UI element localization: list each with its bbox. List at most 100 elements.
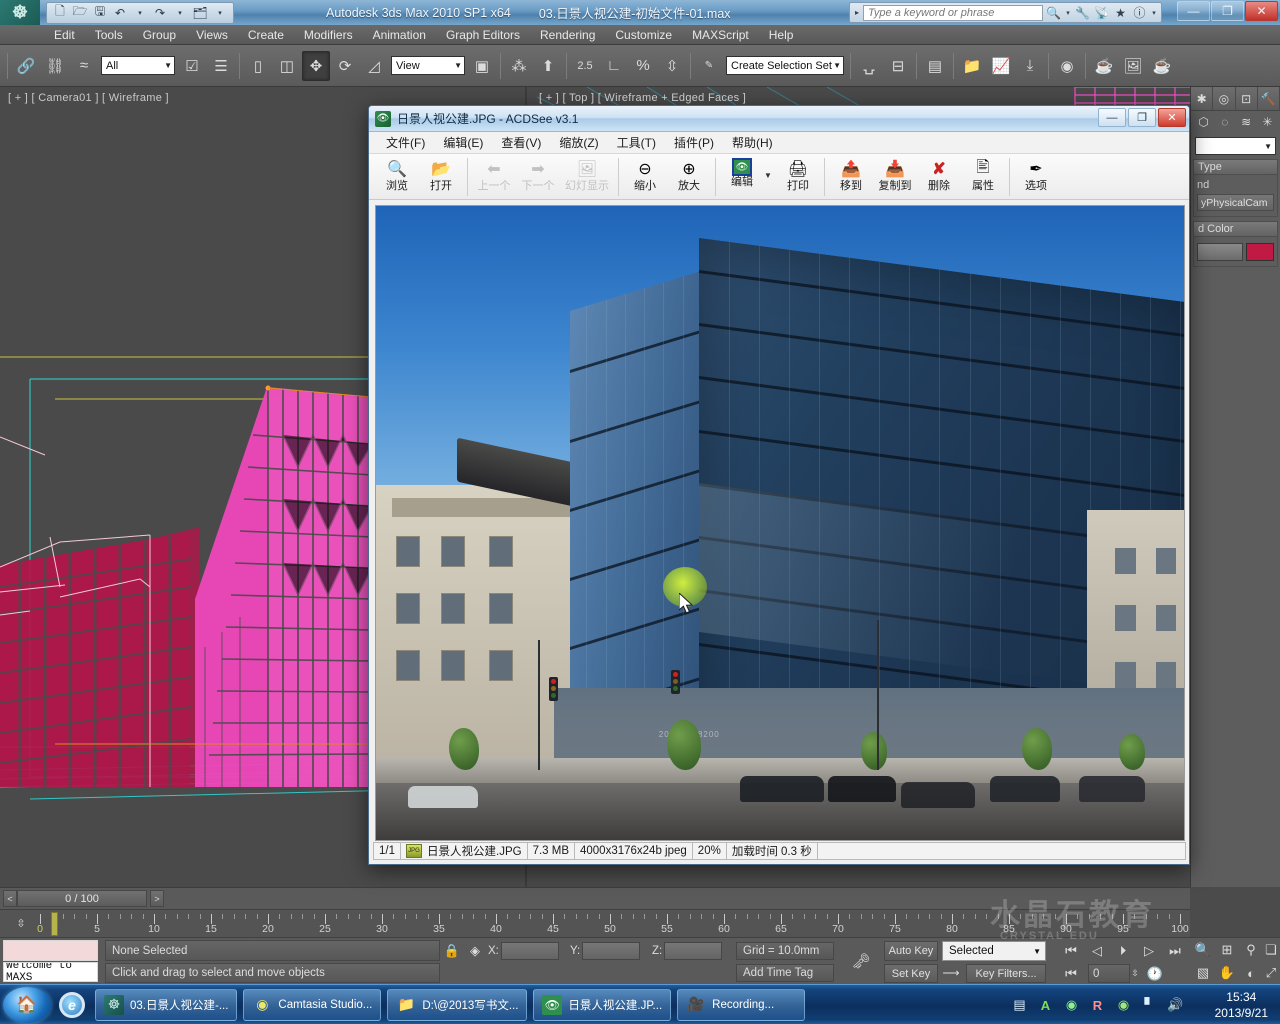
coord-z[interactable]: Z: (652, 942, 723, 960)
redo-icon[interactable]: ↷ (151, 4, 169, 22)
acdsee-menu-tools[interactable]: 工具(T) (608, 132, 665, 153)
properties-button[interactable]: 🖹 属性 (961, 156, 1005, 193)
taskbar-item-explorer[interactable]: 📁 D:\@2013写书文... (387, 988, 528, 1021)
help-dropdown-icon[interactable]: ▾ (1150, 4, 1158, 21)
coord-x-input[interactable] (500, 942, 559, 960)
rendered-frame-window-icon[interactable]: 🖼 (1119, 51, 1147, 81)
select-by-name-icon[interactable]: ☰ (207, 51, 235, 81)
next-button[interactable]: ➡ 下一个 (516, 156, 560, 193)
acdsee-menu-zoom[interactable]: 缩放(Z) (550, 132, 607, 153)
browse-button[interactable]: 🔍 浏览 (375, 156, 419, 193)
reference-coordinate-system-combo[interactable]: View ▼ (391, 56, 465, 75)
acdsee-close-button[interactable]: ✕ (1158, 108, 1186, 127)
coord-x[interactable]: X: (488, 942, 559, 960)
search-input[interactable]: Type a keyword or phrase (863, 4, 1043, 21)
next-frame-icon[interactable]: ▷ (1138, 941, 1160, 961)
geometry-icon[interactable]: ⬡ (1195, 113, 1213, 131)
frame-ruler[interactable]: 5 10 15 20 25 30 35 40 45 50 55 60 65 70 75 80 85 90 95 100… (37, 910, 1190, 937)
window-crossing-toggle-icon[interactable]: ◫ (273, 51, 301, 81)
acdsee-menu-view[interactable]: 查看(V) (492, 132, 550, 153)
set-key-arrow-icon[interactable]: ⟶ (942, 964, 960, 982)
render-production-icon[interactable]: ☕ (1148, 51, 1176, 81)
coord-z-input[interactable] (664, 942, 723, 960)
menu-create[interactable]: Create (238, 26, 294, 44)
previous-button[interactable]: ⬅ 上一个 (472, 156, 516, 193)
previous-frame-button[interactable]: < (3, 890, 17, 907)
create-tab-icon[interactable]: ✱ (1191, 87, 1214, 110)
menu-graph-editors[interactable]: Graph Editors (436, 26, 530, 44)
green-shield-icon[interactable]: ◉ (1063, 997, 1080, 1014)
project-folder-icon[interactable]: 🗂 (191, 4, 209, 22)
layer-manager-icon[interactable]: ▤ (921, 51, 949, 81)
physical-camera-button[interactable]: yPhysicalCam (1197, 194, 1274, 211)
time-slider[interactable]: < 0 / 100 > (0, 887, 1190, 909)
acdsee-minimize-button[interactable]: — (1098, 108, 1126, 127)
keyboard-shortcut-override-icon[interactable]: ⬆ (534, 51, 562, 81)
select-and-link-icon[interactable]: 🔗 (12, 51, 40, 81)
align-icon[interactable]: ⊟ (884, 51, 912, 81)
start-button[interactable]: 🏠 (3, 986, 51, 1023)
save-file-icon[interactable]: 🖫 (91, 4, 109, 22)
maxscript-mini-listener[interactable]: Welcome to MAXS (3, 962, 98, 982)
absolute-relative-transform-icon[interactable]: ◈ (466, 942, 484, 960)
shapes-icon[interactable]: ◌ (1216, 113, 1234, 131)
menu-help[interactable]: Help (759, 26, 804, 44)
goto-start-icon[interactable]: ⏮ (1060, 941, 1082, 961)
zoom-icon[interactable]: 🔍 (1192, 940, 1214, 960)
binoculars-dropdown-icon[interactable]: ▾ (1064, 4, 1072, 21)
undo-dropdown-icon[interactable]: ▾ (131, 4, 149, 22)
zoom-extents-icon[interactable]: ⚲ (1240, 940, 1262, 960)
close-button[interactable]: ✕ (1245, 1, 1278, 21)
acdsee-restore-button[interactable]: ❐ (1128, 108, 1156, 127)
snaps-toggle-icon[interactable]: 2.5 (571, 51, 599, 81)
maximize-viewport-toggle-icon[interactable]: ⤢ (1262, 963, 1280, 983)
edit-dropdown-icon[interactable]: ▼ (764, 156, 776, 194)
key-filter-selection-combo[interactable]: Selected ▼ (942, 941, 1046, 961)
auto-key-button[interactable]: Auto Key (884, 941, 938, 961)
print-button[interactable]: 🖨 打印 (776, 156, 820, 193)
time-configuration-icon[interactable]: 🕐 (1144, 964, 1166, 983)
acdsee-menu-file[interactable]: 文件(F) (377, 132, 434, 153)
bind-to-space-warp-icon[interactable]: ≈ (70, 51, 98, 81)
minimize-button[interactable]: — (1177, 1, 1210, 21)
new-file-icon[interactable]: 🗋 (51, 4, 69, 22)
play-animation-icon[interactable]: ⏵ (1112, 941, 1134, 961)
menu-views[interactable]: Views (186, 26, 238, 44)
menu-edit[interactable]: Edit (44, 26, 85, 44)
open-mini-curve-editor-icon[interactable]: ⇳ (10, 914, 32, 932)
frame-spinner-icon[interactable]: ⇳ (1130, 964, 1140, 983)
helpers-icon[interactable]: ✳ (1258, 113, 1276, 131)
object-type-rollout-title[interactable]: Type (1193, 159, 1278, 175)
named-selection-set-combo[interactable]: Create Selection Set ▼ (726, 56, 844, 75)
maxscript-listener-pane[interactable] (3, 940, 98, 961)
acdsee-window[interactable]: 👁 日景人视公建.JPG - ACDSee v3.1 — ❐ ✕ 文件(F) 编… (368, 105, 1190, 865)
pan-view-icon[interactable]: ✋ (1216, 963, 1238, 983)
show-hidden-icons-icon[interactable]: ▤ (1011, 997, 1028, 1014)
undo-icon[interactable]: ↶ (111, 4, 129, 22)
slideshow-button[interactable]: 🖼 幻灯显示 (560, 156, 614, 193)
material-editor-icon[interactable]: ◉ (1053, 51, 1081, 81)
menu-tools[interactable]: Tools (85, 26, 133, 44)
binoculars-icon[interactable]: 🔍 (1045, 4, 1062, 21)
select-and-rotate-icon[interactable]: ⟳ (331, 51, 359, 81)
redo-dropdown-icon[interactable]: ▾ (171, 4, 189, 22)
favorites-star-icon[interactable]: ★ (1112, 4, 1129, 21)
zoom-in-button[interactable]: ⊕ 放大 (667, 156, 711, 193)
select-and-manipulate-icon[interactable]: ⁂ (505, 51, 533, 81)
graph-editors-icon[interactable]: 📁 (958, 51, 986, 81)
taskbar-item-3dsmax[interactable]: ☸ 03.日景人视公建-... (95, 988, 238, 1021)
taskbar-item-camtasia[interactable]: ◉ Camtasia Studio... (243, 988, 382, 1021)
menu-rendering[interactable]: Rendering (530, 26, 605, 44)
search-expand-icon[interactable]: ▸ (853, 8, 861, 17)
viewport-camera01-label[interactable]: [ + ] [ Camera01 ] [ Wireframe ] (8, 92, 169, 104)
modify-tab-icon[interactable]: ◎ (1213, 87, 1236, 110)
zoom-all-icon[interactable]: ⊞ (1216, 940, 1238, 960)
network-icon[interactable]: ▘ (1141, 997, 1158, 1014)
hierarchy-tab-icon[interactable]: ⊡ (1235, 87, 1258, 110)
taskbar-item-recording[interactable]: 🎥 Recording... (677, 988, 806, 1021)
image-view-area[interactable]: 202 783 8200 (375, 205, 1185, 841)
nvidia-icon[interactable]: ◉ (1115, 997, 1132, 1014)
schematic-view-icon[interactable]: ⤓ (1016, 51, 1044, 81)
edit-named-selection-sets-icon[interactable]: ✎ (695, 51, 723, 81)
restore-button[interactable]: ❐ (1211, 1, 1244, 21)
